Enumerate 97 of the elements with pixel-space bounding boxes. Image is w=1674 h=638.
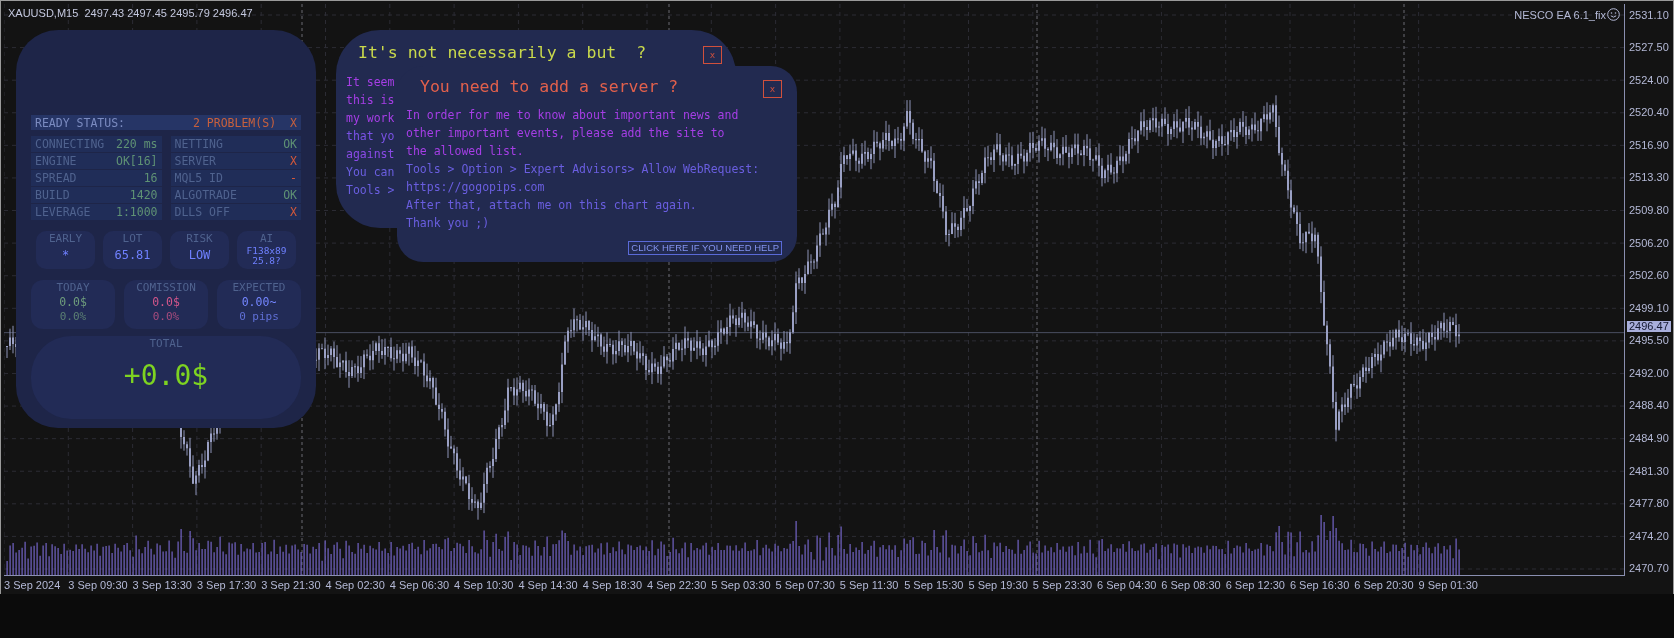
help-button[interactable]: CLICK HERE IF YOU NEED HELP bbox=[628, 241, 782, 255]
price-label: 2484.90 bbox=[1629, 433, 1670, 444]
metric-label: AI bbox=[259, 232, 274, 246]
summary-value: 0.00~ bbox=[241, 295, 277, 310]
metric-value: * bbox=[61, 247, 70, 264]
popup-text-line: https://gogopips.com bbox=[406, 179, 545, 196]
chart-header: XAUUSD,M15 2497.43 2497.45 2495.79 2496.47 bbox=[8, 7, 253, 19]
price-label: 2506.20 bbox=[1629, 237, 1670, 249]
time-label: 4 Sep 10:30 bbox=[454, 579, 515, 591]
time-label: 6 Sep 12:30 bbox=[1225, 579, 1286, 591]
price-label: 2527.50 bbox=[1629, 42, 1670, 54]
time-label: 3 Sep 13:30 bbox=[132, 579, 193, 591]
metric-value: 65.81 bbox=[114, 247, 151, 264]
time-label: 4 Sep 18:30 bbox=[582, 579, 643, 591]
price-label: 2516.90 bbox=[1629, 139, 1670, 151]
smiley-icon bbox=[1607, 8, 1620, 21]
time-label: 5 Sep 19:30 bbox=[968, 579, 1029, 591]
popup-text-line: You can bbox=[346, 164, 395, 181]
time-label: 3 Sep 21:30 bbox=[261, 579, 322, 591]
popup-text-line: Tools > Option > Expert Advisors> Allow WebRequest: bbox=[406, 161, 760, 178]
metric-value: LOW bbox=[188, 247, 211, 264]
popup-text-line: other important events, please add the site to bbox=[406, 125, 725, 142]
price-label: 2502.60 bbox=[1629, 270, 1670, 282]
price-label: 2477.80 bbox=[1629, 498, 1670, 510]
price-label: 2488.40 bbox=[1629, 400, 1670, 412]
metric-label: EARLY bbox=[48, 232, 83, 246]
metric-label: LOT bbox=[122, 232, 143, 246]
metric-label: RISK bbox=[186, 232, 213, 246]
price-label: 2495.50 bbox=[1629, 335, 1670, 347]
time-label: 9 Sep 01:30 bbox=[1418, 579, 1479, 591]
time-label: 6 Sep 16:30 bbox=[1289, 579, 1351, 591]
time-label: 5 Sep 07:30 bbox=[775, 579, 836, 591]
metric-value: 25.8? bbox=[252, 256, 281, 266]
time-label: 3 Sep 09:30 bbox=[68, 579, 129, 591]
time-label: 4 Sep 22:30 bbox=[646, 579, 708, 591]
time-label: 4 Sep 14:30 bbox=[518, 579, 579, 591]
summary-label: TODAY bbox=[56, 281, 90, 295]
status-value: 1:1000 bbox=[115, 205, 158, 219]
close-button[interactable]: x bbox=[703, 46, 722, 64]
time-label: 4 Sep 06:30 bbox=[389, 579, 451, 591]
popup-text-line: against bbox=[346, 146, 395, 163]
popup-text-line: In order for me to know about important news and bbox=[406, 107, 739, 124]
price-label: 2470.70 bbox=[1629, 563, 1670, 575]
price-label: 2474.20 bbox=[1629, 530, 1670, 542]
metric-value: F138x89 bbox=[246, 246, 287, 256]
time-label: 4 Sep 02:30 bbox=[325, 579, 386, 591]
status-value: X bbox=[290, 154, 297, 168]
price-label: 2524.00 bbox=[1629, 74, 1670, 86]
status-value: OK bbox=[283, 137, 297, 151]
status-value: OK bbox=[283, 188, 297, 202]
popup-text-line: Thank you ;) bbox=[406, 215, 490, 232]
status-value: 1420 bbox=[129, 188, 158, 202]
close-button[interactable]: x bbox=[763, 80, 782, 98]
price-label: 2509.80 bbox=[1629, 204, 1670, 216]
time-label: 3 Sep 2024 bbox=[4, 579, 62, 591]
popup-title: It's not necessarily a but ? bbox=[358, 42, 647, 64]
price-label: 2492.00 bbox=[1629, 367, 1670, 379]
price-label: 2513.30 bbox=[1629, 172, 1670, 184]
time-label: 5 Sep 23:30 bbox=[1032, 579, 1094, 591]
popup-text-line: my work bbox=[346, 110, 395, 127]
status-value: - bbox=[290, 171, 297, 185]
time-label: 5 Sep 11:30 bbox=[839, 579, 900, 591]
popup-text-line: this is bbox=[346, 92, 395, 109]
summary-value: 0.0$ bbox=[59, 295, 87, 310]
price-label: 2499.10 bbox=[1629, 302, 1670, 314]
ready-status-label: READY STATUS: bbox=[35, 115, 126, 130]
total-label: TOTAL bbox=[149, 337, 183, 351]
summary-percent: 0.0% bbox=[152, 310, 180, 324]
time-label: 6 Sep 04:30 bbox=[1097, 579, 1158, 591]
popup-text-line: After that, attach me on this chart again. bbox=[406, 197, 697, 214]
popup-title: You need to add a server ? bbox=[420, 76, 679, 98]
popup-text-line: that yo bbox=[346, 128, 395, 145]
current-price-tag: 2496.47 bbox=[1627, 321, 1671, 333]
status-value: OK[16] bbox=[115, 154, 158, 168]
summary-label: COMISSION bbox=[136, 281, 196, 295]
time-label: 6 Sep 20:30 bbox=[1354, 579, 1415, 591]
summary-label: EXPECTED bbox=[232, 281, 286, 295]
time-label: 6 Sep 08:30 bbox=[1161, 579, 1222, 591]
total-value: +0.0$ bbox=[123, 359, 209, 392]
expert-name: NESCO EA 6.1_fix bbox=[1514, 8, 1606, 21]
price-label: 2481.30 bbox=[1629, 465, 1670, 477]
status-value: 220 ms bbox=[115, 137, 158, 151]
price-label: 2531.10 bbox=[1629, 9, 1670, 21]
popup-text-line: the allowed list. bbox=[406, 143, 524, 160]
time-label: 5 Sep 15:30 bbox=[904, 579, 965, 591]
popup-text-line: It seem bbox=[346, 74, 395, 91]
status-value: X bbox=[290, 205, 297, 219]
time-label: 3 Sep 17:30 bbox=[196, 579, 258, 591]
price-label: 2520.40 bbox=[1629, 107, 1670, 119]
fail-mark: X bbox=[290, 115, 297, 130]
status-value: 16 bbox=[143, 171, 158, 185]
summary-value: 0.0$ bbox=[152, 295, 180, 310]
summary-percent: 0.0% bbox=[59, 310, 87, 324]
popup-text-line: Tools > bbox=[346, 182, 395, 199]
summary-percent: 0 pips bbox=[239, 310, 279, 324]
time-label: 5 Sep 03:30 bbox=[711, 579, 772, 591]
problem-count: 2 PROBLEM(S) bbox=[192, 115, 277, 130]
